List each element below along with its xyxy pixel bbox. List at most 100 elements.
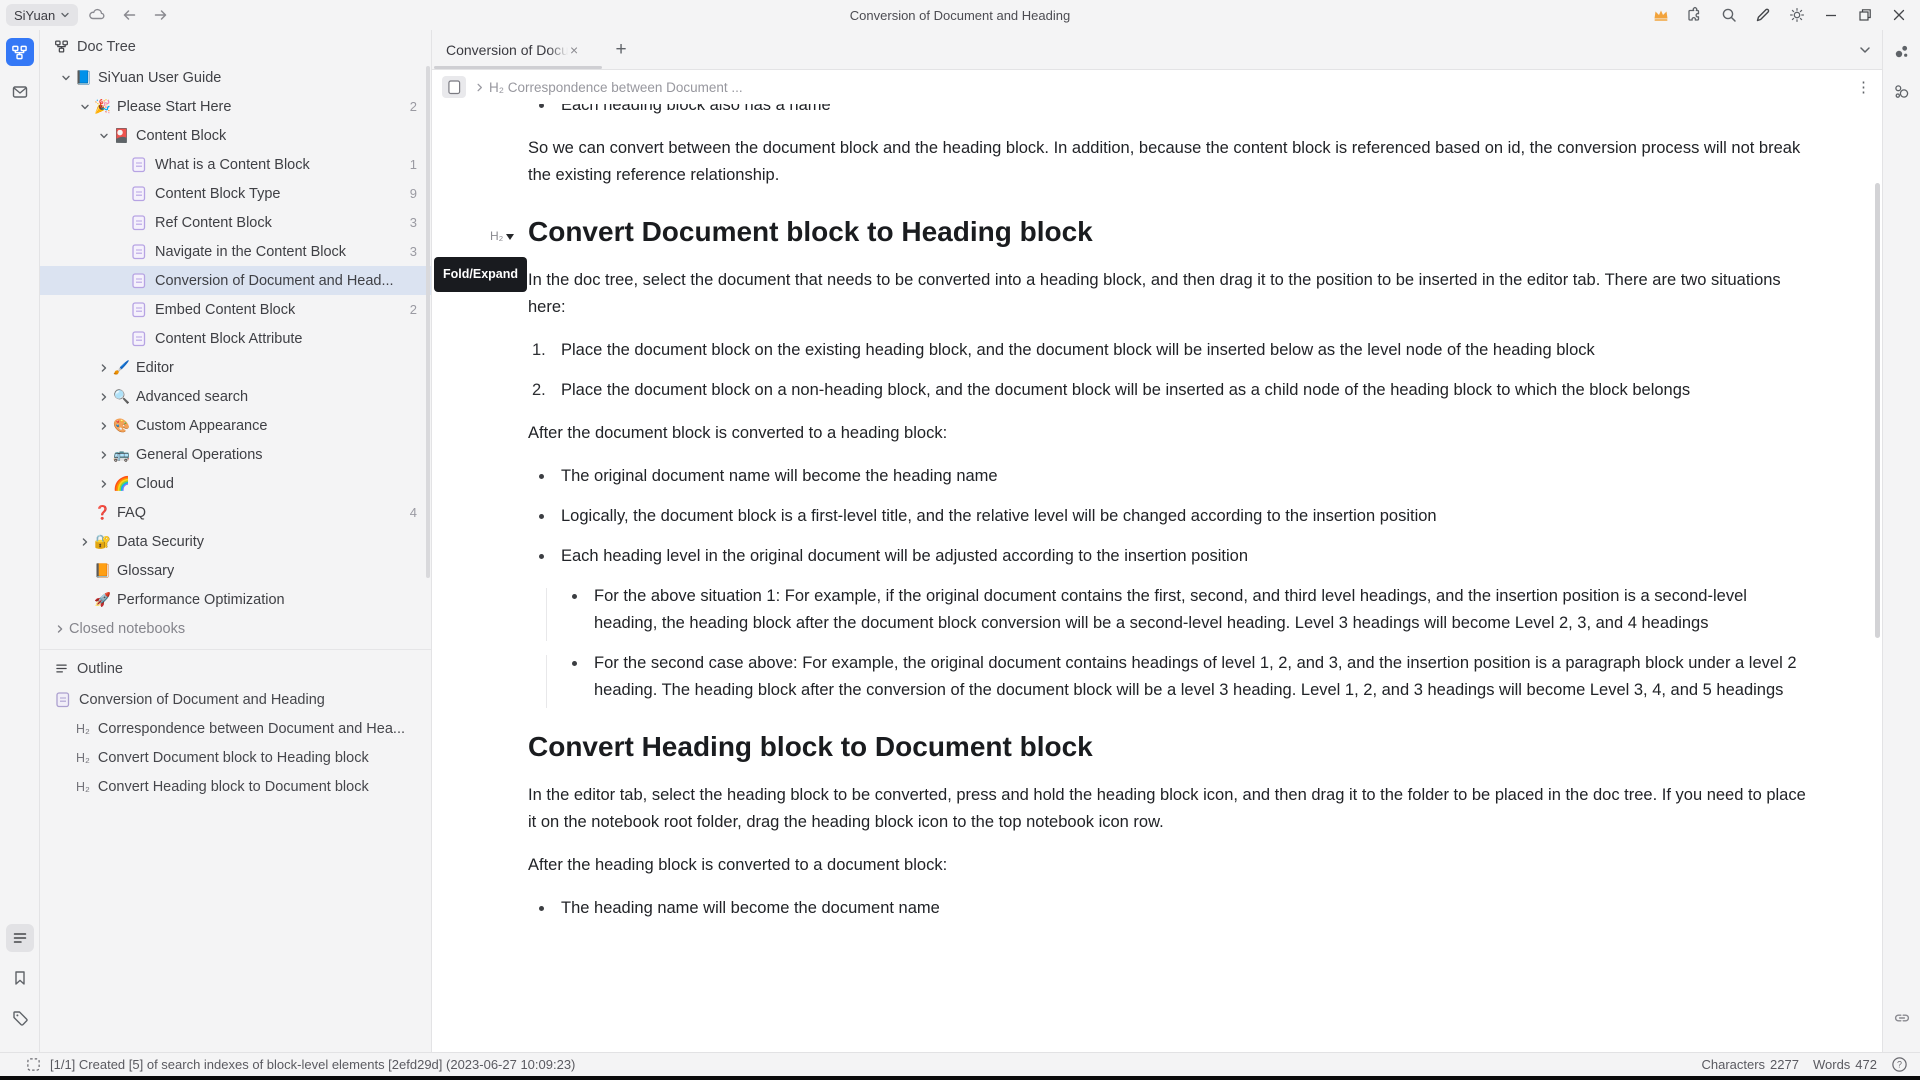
restore-icon[interactable] — [1850, 3, 1880, 27]
heading-gutter-fold-button[interactable]: H₂ — [490, 223, 514, 250]
doc-tree-item[interactable]: Ref Content Block3 — [40, 208, 431, 237]
item-label: Content Block Type — [155, 186, 280, 202]
doc-tree-notebook-item[interactable]: 🎨Custom Appearance — [40, 411, 431, 440]
forward-icon[interactable] — [148, 3, 174, 27]
paragraph-block[interactable]: So we can convert between the document b… — [528, 135, 1806, 189]
graph-icon[interactable] — [1888, 38, 1916, 66]
global-graph-icon[interactable] — [1888, 78, 1916, 106]
paragraph-block[interactable]: After the heading block is converted to … — [528, 852, 1806, 879]
doc-tree-notebook-item[interactable]: ❓FAQ4 — [40, 498, 431, 527]
backlinks-icon[interactable] — [1888, 1004, 1916, 1032]
cloud-sync-icon[interactable] — [84, 3, 110, 27]
closed-notebooks-item[interactable]: Closed notebooks — [40, 614, 431, 643]
theme-icon[interactable] — [1782, 3, 1812, 27]
more-menu-icon[interactable]: ⋮ — [1856, 78, 1872, 96]
doc-tree-notebook-item[interactable]: 🖌️Editor — [40, 353, 431, 382]
doc-tree-item[interactable]: Embed Content Block2 — [40, 295, 431, 324]
toggle-chevron-icon[interactable] — [94, 445, 113, 464]
doc-tree-item[interactable]: Content Block Type9 — [40, 179, 431, 208]
toggle-chevron-icon[interactable] — [75, 532, 94, 551]
toggle-chevron-icon[interactable] — [94, 358, 113, 377]
editor-scrollbar[interactable] — [1875, 183, 1880, 638]
doc-tree-item[interactable]: Content Block Attribute — [40, 324, 431, 353]
bullet-list-block[interactable]: Each heading block also has a name — [528, 104, 1806, 119]
toggle-chevron-icon[interactable] — [94, 416, 113, 435]
tag-icon[interactable] — [6, 1004, 34, 1032]
list-item[interactable]: 1.Place the document block on the existi… — [528, 337, 1806, 364]
doc-tree-title: Doc Tree — [77, 39, 136, 55]
doc-tree-notebook-item[interactable]: 🚌General Operations — [40, 440, 431, 469]
outline-item[interactable]: H₂Correspondence between Document and He… — [40, 714, 431, 743]
bookmark-icon[interactable] — [6, 964, 34, 992]
window-bottom-edge — [0, 1076, 1920, 1080]
list-item[interactable]: Each heading level in the original docum… — [528, 543, 1806, 704]
list-item[interactable]: 2.Place the document block on a non-head… — [528, 377, 1806, 404]
list-item[interactable]: Each heading block also has a name — [528, 104, 1806, 119]
document-icon — [132, 302, 155, 318]
doc-tree-notebook-item[interactable]: 📙Glossary — [40, 556, 431, 585]
doc-tree-notebook-item[interactable]: 📘SiYuan User Guide — [40, 63, 431, 92]
paragraph-block[interactable]: In the editor tab, select the heading bl… — [528, 782, 1806, 836]
fold-triangle-icon[interactable] — [506, 234, 514, 240]
heading-level-2-icon: H₂ — [490, 223, 503, 250]
doc-tree-notebook-item[interactable]: 🌈Cloud — [40, 469, 431, 498]
edit-mode-icon[interactable] — [1748, 3, 1778, 27]
list-item[interactable]: Logically, the document block is a first… — [528, 503, 1806, 530]
paragraph-block[interactable]: After the document block is converted to… — [528, 420, 1806, 447]
list-item[interactable]: For the above situation 1: For example, … — [561, 583, 1806, 637]
doc-tree-item[interactable]: What is a Content Block1 — [40, 150, 431, 179]
heading-block[interactable]: H₂Convert Document block to Heading bloc… — [528, 213, 1806, 251]
outline-item[interactable]: H₂Convert Document block to Heading bloc… — [40, 743, 431, 772]
back-icon[interactable] — [116, 3, 142, 27]
new-tab-button[interactable]: + — [604, 30, 638, 69]
workspace-menu-button[interactable]: SiYuan — [6, 4, 78, 26]
outline-icon[interactable] — [6, 924, 34, 952]
help-icon[interactable]: ? — [1891, 1056, 1908, 1073]
doc-tree-icon[interactable] — [6, 38, 34, 66]
list-item[interactable]: The original document name will become t… — [528, 463, 1806, 490]
doc-tree-item[interactable]: Conversion of Document and Head... — [40, 266, 431, 295]
bullet-list-block[interactable]: The heading name will become the documen… — [528, 895, 1806, 922]
item-emoji-icon: 🌈 — [113, 477, 136, 491]
doc-tree-item[interactable]: Navigate in the Content Block3 — [40, 237, 431, 266]
bullet-list-block[interactable]: The original document name will become t… — [528, 463, 1806, 704]
chevron-right-icon[interactable] — [50, 619, 69, 638]
document-icon[interactable] — [442, 76, 466, 98]
doc-tree-notebook-item[interactable]: 🔍Advanced search — [40, 382, 431, 411]
doc-tree-notebook-item[interactable]: 🚀Performance Optimization — [40, 585, 431, 614]
heading-block[interactable]: Convert Heading block to Document block — [528, 728, 1806, 766]
vip-crown-icon[interactable] — [1646, 3, 1676, 27]
inbox-icon[interactable] — [6, 78, 34, 106]
doc-tree-notebook-item[interactable]: 🎉Please Start Here2 — [40, 92, 431, 121]
tab-conversion-of-document[interactable]: Conversion of Docum × — [432, 30, 604, 69]
sidebar-scrollbar[interactable] — [426, 66, 430, 578]
paragraph-block[interactable]: In the doc tree, select the document tha… — [528, 267, 1806, 321]
selection-icon — [26, 1057, 41, 1072]
toggle-chevron-icon[interactable] — [94, 474, 113, 493]
tab-list-chevron-icon[interactable] — [1858, 43, 1872, 57]
window-title: Conversion of Document and Heading — [0, 8, 1920, 23]
minimize-icon[interactable] — [1816, 3, 1846, 27]
breadcrumb[interactable]: H₂ Correspondence between Document ... — [489, 80, 743, 95]
document-icon — [56, 692, 79, 708]
bullet-icon — [572, 661, 577, 666]
toggle-chevron-icon[interactable] — [94, 387, 113, 406]
workspace-label: SiYuan — [14, 8, 55, 23]
editor[interactable]: Each heading block also has a name So we … — [432, 104, 1882, 1052]
plugin-icon[interactable] — [1680, 3, 1710, 27]
list-item[interactable]: The heading name will become the documen… — [528, 895, 1806, 922]
outline-item[interactable]: Conversion of Document and Heading — [40, 685, 431, 714]
doc-tree-notebook-item[interactable]: 🔐Data Security — [40, 527, 431, 556]
close-icon[interactable] — [1884, 3, 1914, 27]
tab-close-icon[interactable]: × — [570, 42, 578, 58]
list-item[interactable]: For the second case above: For example, … — [561, 650, 1806, 704]
ordered-list-block[interactable]: 1.Place the document block on the existi… — [528, 337, 1806, 404]
search-icon[interactable] — [1714, 3, 1744, 27]
doc-tree-notebook-item[interactable]: 🎴Content Block — [40, 121, 431, 150]
item-emoji-icon: 🚀 — [94, 593, 117, 607]
chevron-right-icon — [474, 82, 485, 93]
toggle-chevron-icon[interactable] — [56, 68, 75, 87]
outline-item[interactable]: H₂Convert Heading block to Document bloc… — [40, 772, 431, 801]
toggle-chevron-icon[interactable] — [94, 126, 113, 145]
toggle-chevron-icon[interactable] — [75, 97, 94, 116]
